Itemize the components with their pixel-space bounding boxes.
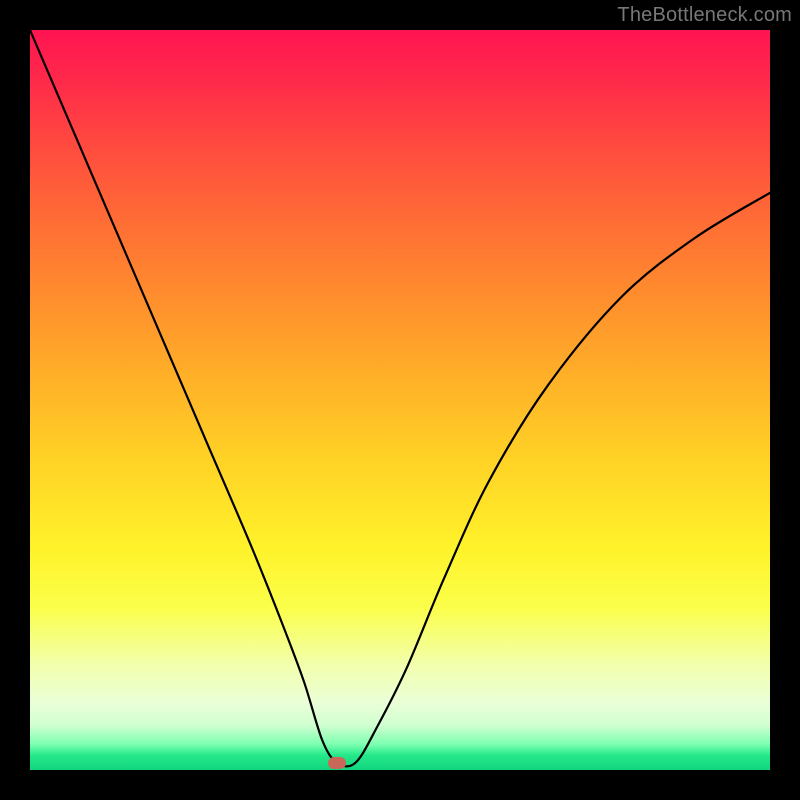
plot-gradient-background — [30, 30, 770, 770]
chart-frame: TheBottleneck.com — [0, 0, 800, 800]
watermark-text: TheBottleneck.com — [617, 4, 792, 27]
optimal-point-marker — [328, 757, 346, 769]
